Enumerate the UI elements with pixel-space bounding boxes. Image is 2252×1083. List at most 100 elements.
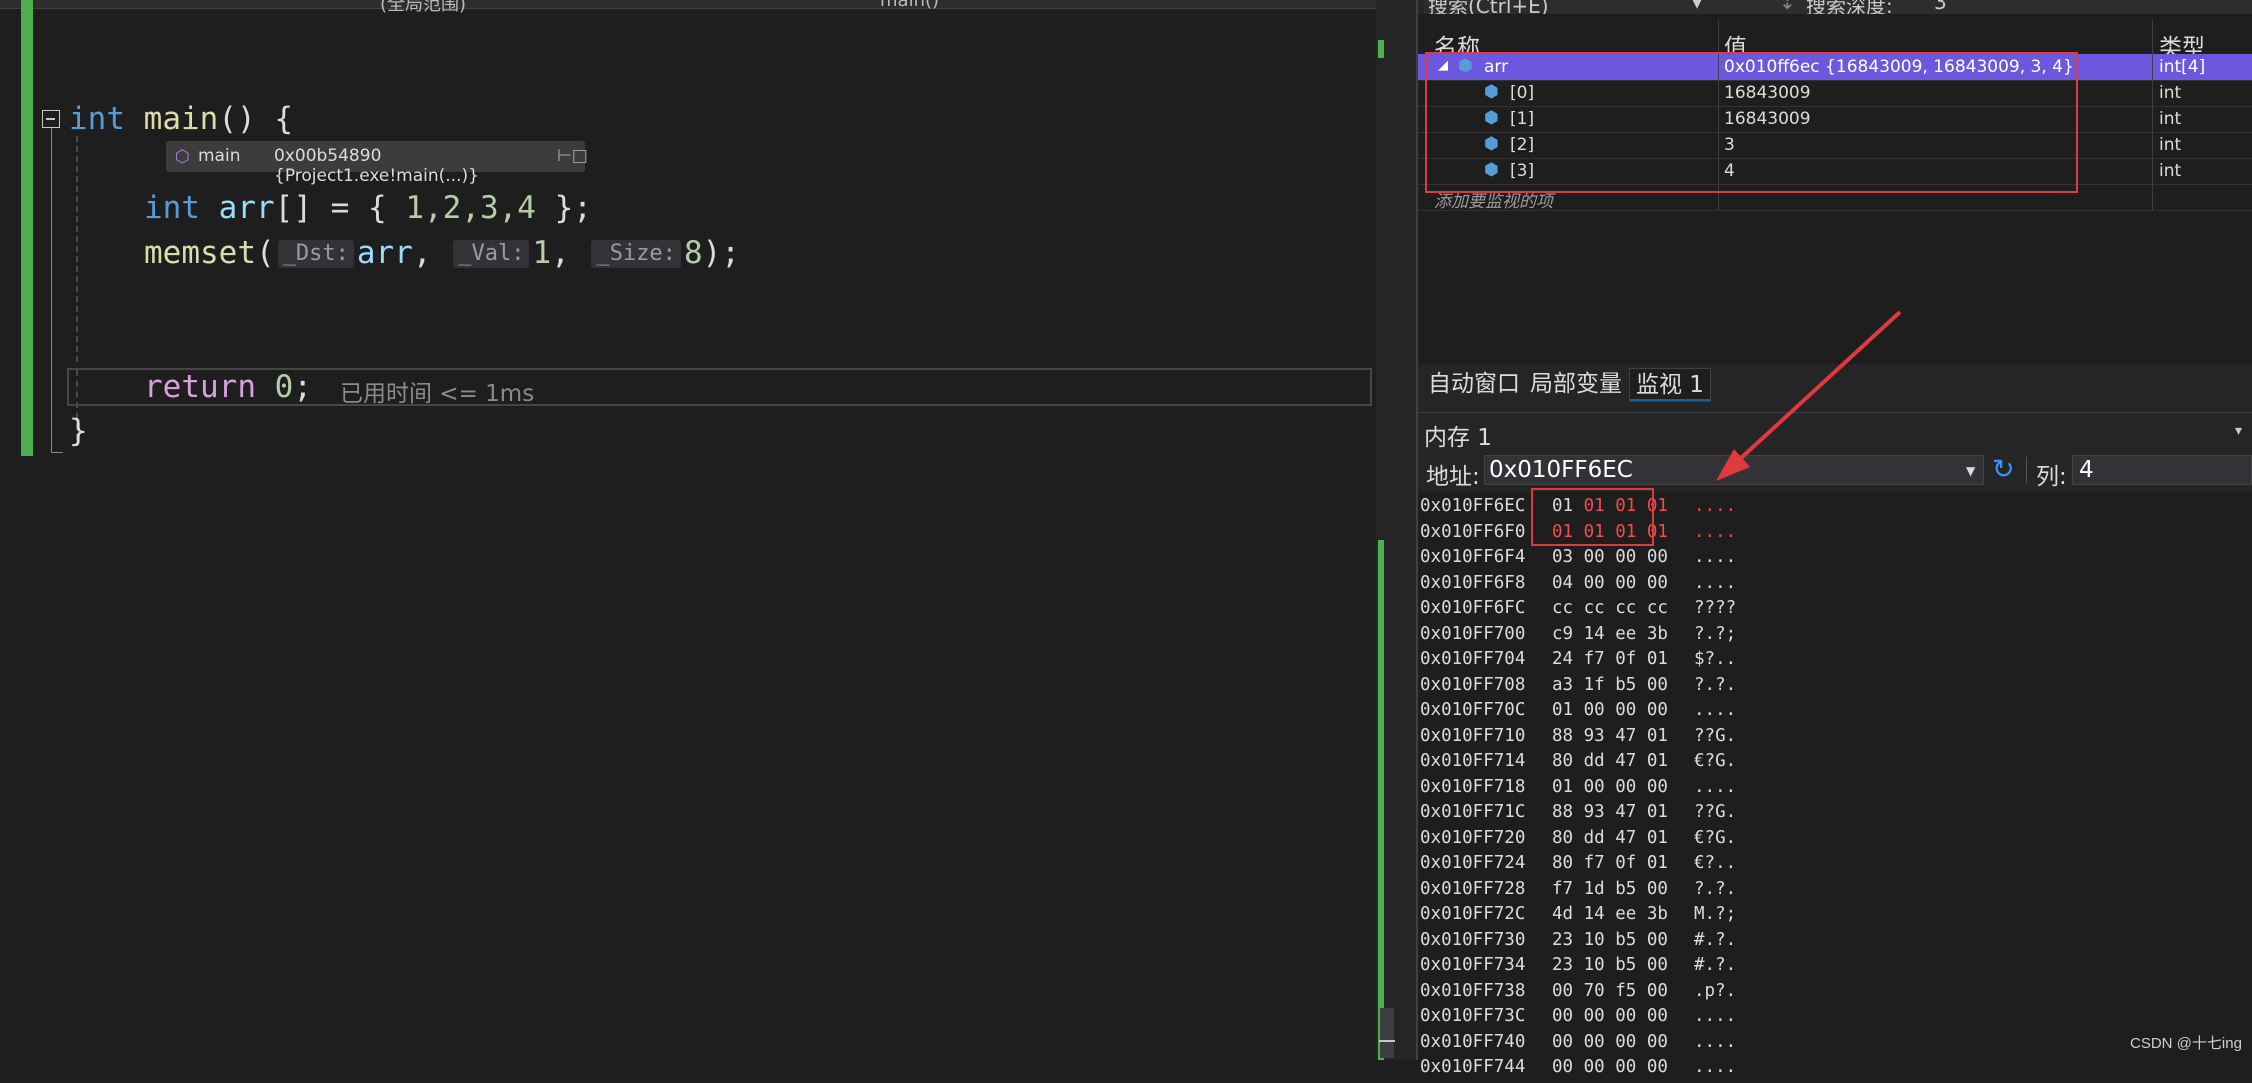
memory-byte[interactable]: 00 — [1647, 1057, 1668, 1077]
memory-byte[interactable]: 00 — [1647, 1006, 1668, 1026]
memory-byte[interactable]: cc — [1584, 598, 1605, 618]
memory-byte[interactable]: 10 — [1584, 955, 1605, 975]
memory-byte[interactable]: 00 — [1584, 547, 1605, 567]
tab-watch-1[interactable]: 监视 1 — [1629, 368, 1711, 402]
pin-icon[interactable]: ⊢□ — [557, 146, 588, 166]
memory-byte[interactable]: 10 — [1584, 930, 1605, 950]
memory-byte[interactable]: 70 — [1584, 981, 1605, 1001]
memory-byte[interactable]: 00 — [1647, 879, 1668, 899]
memory-byte[interactable]: c9 — [1552, 624, 1573, 644]
memory-byte[interactable]: 80 — [1552, 751, 1573, 771]
memory-byte[interactable]: f7 — [1552, 879, 1573, 899]
chevron-down-icon[interactable]: ▾ — [2235, 423, 2242, 439]
current-frame-pill[interactable]: ⬡ main 0x00b54890 {Project1.exe!main(...… — [166, 141, 588, 186]
memory-byte[interactable]: 01 — [1647, 828, 1668, 848]
memory-byte[interactable]: b5 — [1615, 955, 1636, 975]
memory-byte[interactable]: 88 — [1552, 802, 1573, 822]
memory-byte[interactable]: 00 — [1615, 700, 1636, 720]
memory-byte[interactable]: 00 — [1615, 1006, 1636, 1026]
memory-byte[interactable]: 00 — [1552, 1032, 1573, 1052]
memory-byte[interactable]: 88 — [1552, 726, 1573, 746]
memory-byte[interactable]: 00 — [1647, 930, 1668, 950]
memory-byte[interactable]: 01 — [1552, 700, 1573, 720]
collapse-icon[interactable] — [42, 110, 60, 128]
memory-byte[interactable]: 00 — [1584, 700, 1605, 720]
memory-grid[interactable]: 0x010FF6EC 01 01 01 01.... 0x010FF6F0 01 01… — [1418, 492, 2252, 1077]
memory-byte[interactable]: 00 — [1615, 1057, 1636, 1077]
memory-byte[interactable]: 00 — [1615, 573, 1636, 593]
memory-byte[interactable]: 80 — [1552, 828, 1573, 848]
memory-byte[interactable]: 00 — [1647, 955, 1668, 975]
memory-byte[interactable]: 3b — [1647, 624, 1668, 644]
memory-byte[interactable]: 00 — [1552, 981, 1573, 1001]
code-line-closing-brace[interactable]: } — [69, 411, 88, 451]
memory-byte[interactable]: 00 — [1647, 547, 1668, 567]
memory-byte[interactable]: 47 — [1615, 726, 1636, 746]
search-depth-value[interactable]: 3 — [1934, 0, 1947, 14]
memory-byte[interactable]: 3b — [1647, 904, 1668, 924]
memory-byte[interactable]: 00 — [1647, 573, 1668, 593]
code-line-return[interactable]: return 0; — [144, 367, 312, 407]
address-input[interactable]: 0x010FF6EC — [1484, 455, 1984, 485]
memory-byte[interactable]: cc — [1552, 598, 1573, 618]
memory-byte[interactable]: 1d — [1584, 879, 1605, 899]
memory-byte[interactable]: 23 — [1552, 930, 1573, 950]
code-line-memset-call[interactable]: memset(_Dst: arr, _Val: 1, _Size: 8); — [144, 233, 740, 273]
memory-byte[interactable]: 00 — [1615, 547, 1636, 567]
memory-byte[interactable]: 00 — [1647, 777, 1668, 797]
memory-byte[interactable]: 00 — [1584, 777, 1605, 797]
memory-byte[interactable]: 01 — [1647, 751, 1668, 771]
chevron-down-icon[interactable]: ▼ — [1966, 464, 1975, 478]
memory-byte[interactable]: 00 — [1615, 777, 1636, 797]
memory-byte[interactable]: 03 — [1552, 547, 1573, 567]
memory-byte[interactable]: b5 — [1615, 930, 1636, 950]
memory-byte[interactable]: a3 — [1552, 675, 1573, 695]
memory-byte[interactable]: 00 — [1647, 1032, 1668, 1052]
memory-byte[interactable]: cc — [1647, 598, 1668, 618]
code-line-array-decl[interactable]: int arr[] = { 1,2,3,4 }; — [144, 188, 592, 228]
memory-byte[interactable]: dd — [1584, 828, 1605, 848]
scope-dropdown[interactable]: (全局范围) — [380, 0, 466, 16]
tab-locals[interactable]: 局部变量 — [1524, 368, 1628, 400]
memory-byte[interactable]: f7 — [1584, 649, 1605, 669]
arrow-icon[interactable]: ⇣ — [1779, 0, 1796, 14]
scrollbar-thumb[interactable] — [1380, 1008, 1394, 1058]
memory-byte[interactable]: f5 — [1615, 981, 1636, 1001]
memory-byte[interactable]: 00 — [1615, 1032, 1636, 1052]
memory-byte[interactable]: 1f — [1584, 675, 1605, 695]
memory-byte[interactable]: dd — [1584, 751, 1605, 771]
memory-byte[interactable]: 0f — [1615, 853, 1636, 873]
memory-byte[interactable]: 24 — [1552, 649, 1573, 669]
code-editor[interactable]: (全局范围) main() int main() { ⬡ main 0x00b5… — [0, 0, 1395, 1060]
memory-byte[interactable]: 00 — [1552, 1057, 1573, 1077]
memory-byte[interactable]: cc — [1615, 598, 1636, 618]
memory-byte[interactable]: 01 — [1647, 853, 1668, 873]
memory-byte[interactable]: 04 — [1552, 573, 1573, 593]
memory-byte[interactable]: 00 — [1584, 573, 1605, 593]
memory-byte[interactable]: ee — [1615, 624, 1636, 644]
memory-byte[interactable]: b5 — [1615, 879, 1636, 899]
memory-byte[interactable]: 47 — [1615, 828, 1636, 848]
memory-byte[interactable]: 14 — [1584, 624, 1605, 644]
perf-tip[interactable]: 已用时间 <= 1ms — [340, 374, 534, 408]
memory-byte[interactable]: 4d — [1552, 904, 1573, 924]
member-dropdown[interactable]: main() — [880, 0, 939, 11]
memory-byte[interactable]: 01 — [1647, 649, 1668, 669]
memory-byte[interactable]: 0f — [1615, 649, 1636, 669]
memory-byte[interactable]: 47 — [1615, 802, 1636, 822]
memory-byte[interactable]: 14 — [1584, 904, 1605, 924]
memory-byte[interactable]: 00 — [1647, 981, 1668, 1001]
memory-byte[interactable]: 01 — [1552, 777, 1573, 797]
memory-byte[interactable]: ee — [1615, 904, 1636, 924]
memory-byte[interactable]: 00 — [1647, 675, 1668, 695]
refresh-icon[interactable]: ↻ — [1992, 454, 2015, 485]
memory-byte[interactable]: 00 — [1584, 1006, 1605, 1026]
memory-byte[interactable]: 01 — [1647, 802, 1668, 822]
memory-byte[interactable]: 23 — [1552, 955, 1573, 975]
memory-byte[interactable]: 93 — [1584, 726, 1605, 746]
chevron-down-icon[interactable]: ▾ — [1692, 0, 1702, 14]
memory-byte[interactable]: f7 — [1584, 853, 1605, 873]
code-line-main-signature[interactable]: int main() { — [69, 99, 293, 139]
memory-byte[interactable]: 01 — [1647, 726, 1668, 746]
memory-byte[interactable]: 80 — [1552, 853, 1573, 873]
